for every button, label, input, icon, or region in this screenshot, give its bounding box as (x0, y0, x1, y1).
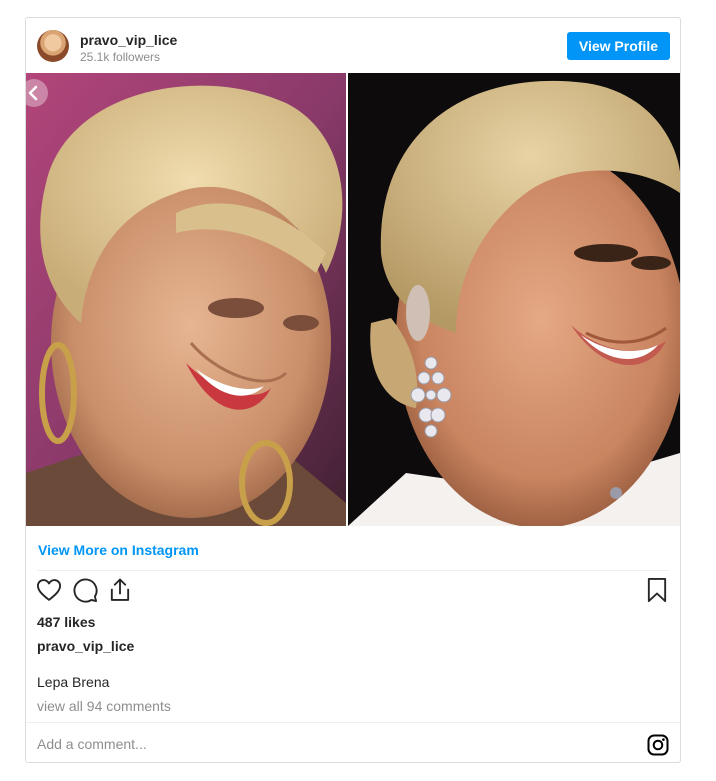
like-button[interactable] (35, 576, 63, 604)
instagram-logo-button[interactable] (646, 733, 670, 757)
bookmark-icon (647, 577, 667, 603)
caption-username[interactable]: pravo_vip_lice (37, 638, 134, 654)
divider (26, 722, 680, 723)
caption-text: Lepa Brena (37, 674, 110, 690)
instagram-icon (647, 734, 669, 756)
post-header: pravo_vip_lice 25.1k followers View Prof… (26, 18, 680, 73)
divider (37, 570, 669, 571)
avatar[interactable] (37, 30, 69, 62)
like-count: 487 likes (37, 614, 96, 630)
view-profile-button[interactable]: View Profile (566, 32, 670, 60)
share-button[interactable] (106, 576, 134, 604)
save-button[interactable] (643, 576, 671, 604)
account-username[interactable]: pravo_vip_lice (80, 32, 177, 48)
add-comment-input[interactable] (37, 730, 597, 758)
post-image[interactable] (26, 73, 680, 526)
share-icon (110, 578, 130, 601)
chevron-left-icon (28, 85, 38, 101)
heart-icon (36, 579, 62, 601)
view-all-comments-link[interactable]: view all 94 comments (37, 698, 171, 714)
comment-icon (73, 578, 98, 603)
follower-count: 25.1k followers (80, 50, 161, 64)
comment-button[interactable] (71, 576, 99, 604)
instagram-embed-card: pravo_vip_lice 25.1k followers View Prof… (25, 17, 681, 763)
view-more-on-instagram-link[interactable]: View More on Instagram (38, 542, 199, 558)
before-after-photo (26, 73, 680, 526)
